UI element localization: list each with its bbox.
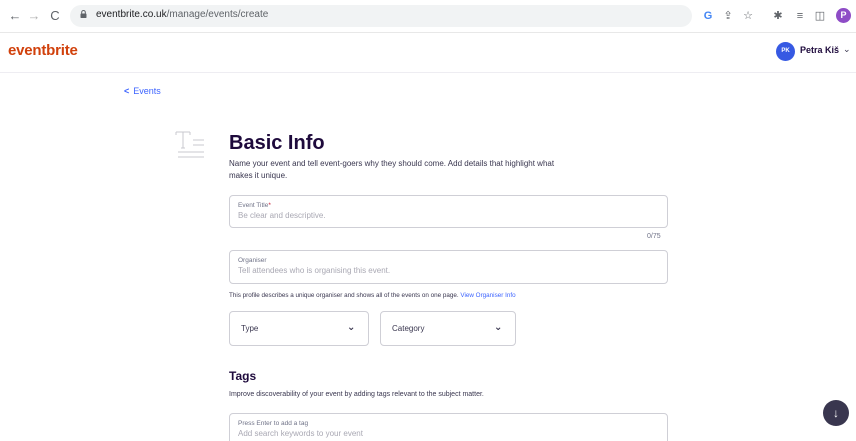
reading-list-icon[interactable]: ≡ <box>792 8 808 24</box>
section-description: Name your event and tell event-goers why… <box>229 159 555 180</box>
category-select-label: Category <box>392 324 425 333</box>
forward-arrow-icon[interactable]: → <box>25 7 43 25</box>
google-icon[interactable]: G <box>700 8 716 24</box>
chevron-down-icon[interactable]: ⌄ <box>843 44 851 55</box>
lock-icon <box>80 10 87 18</box>
app-header: eventbrite PK Petra Kiš ⌄ <box>0 33 856 73</box>
event-title-label: Event Title* <box>238 202 271 209</box>
back-arrow-icon[interactable]: ← <box>6 7 24 25</box>
bookmark-star-icon[interactable]: ☆ <box>740 8 756 24</box>
extensions-icon[interactable]: ✱ <box>770 8 786 24</box>
browser-profile-avatar[interactable]: P <box>836 8 851 23</box>
browser-toolbar: ← → C eventbrite.co.uk/manage/events/cre… <box>0 0 856 33</box>
url-text: eventbrite.co.uk/manage/events/create <box>96 9 269 20</box>
chevron-left-icon: < <box>124 86 130 96</box>
organiser-label: Organiser <box>238 257 267 264</box>
back-link-label: Events <box>133 86 161 96</box>
user-avatar[interactable]: PK <box>776 42 795 61</box>
side-panel-icon[interactable]: ◫ <box>812 8 828 24</box>
reload-icon[interactable]: C <box>46 7 64 25</box>
share-icon[interactable]: ⇪ <box>720 8 736 24</box>
scroll-down-button[interactable]: ↓ <box>823 400 849 426</box>
eventbrite-logo[interactable]: eventbrite <box>8 42 78 59</box>
user-name[interactable]: Petra Kiš <box>800 45 839 55</box>
category-select[interactable]: Category ⌄ <box>380 311 516 346</box>
chevron-down-icon: ⌄ <box>347 322 356 333</box>
organiser-field[interactable]: Organiser Tell attendees who is organisi… <box>229 250 668 284</box>
view-organiser-info-link[interactable]: View Organiser Info <box>460 292 515 299</box>
type-select-label: Type <box>241 324 259 333</box>
tags-field[interactable]: Press Enter to add a tag Add search keyw… <box>229 413 668 441</box>
text-format-icon <box>175 131 204 158</box>
back-to-events-link[interactable]: < Events <box>124 86 161 96</box>
tags-title: Tags <box>229 369 257 383</box>
tags-description: Improve discoverability of your event by… <box>229 391 484 398</box>
address-bar[interactable]: eventbrite.co.uk/manage/events/create <box>70 5 692 27</box>
type-select[interactable]: Type ⌄ <box>229 311 369 346</box>
organiser-helper-text: This profile describes a unique organise… <box>229 292 516 299</box>
event-title-field[interactable]: Event Title* Be clear and descriptive. <box>229 195 668 228</box>
section-title: Basic Info <box>229 132 325 154</box>
tags-input[interactable]: Add search keywords to your event <box>238 429 363 438</box>
character-counter: 0/75 <box>647 233 661 240</box>
event-title-input[interactable]: Be clear and descriptive. <box>238 211 326 220</box>
tags-field-label: Press Enter to add a tag <box>238 420 309 427</box>
chevron-down-icon: ⌄ <box>494 322 503 333</box>
organiser-input[interactable]: Tell attendees who is organising this ev… <box>238 266 390 275</box>
